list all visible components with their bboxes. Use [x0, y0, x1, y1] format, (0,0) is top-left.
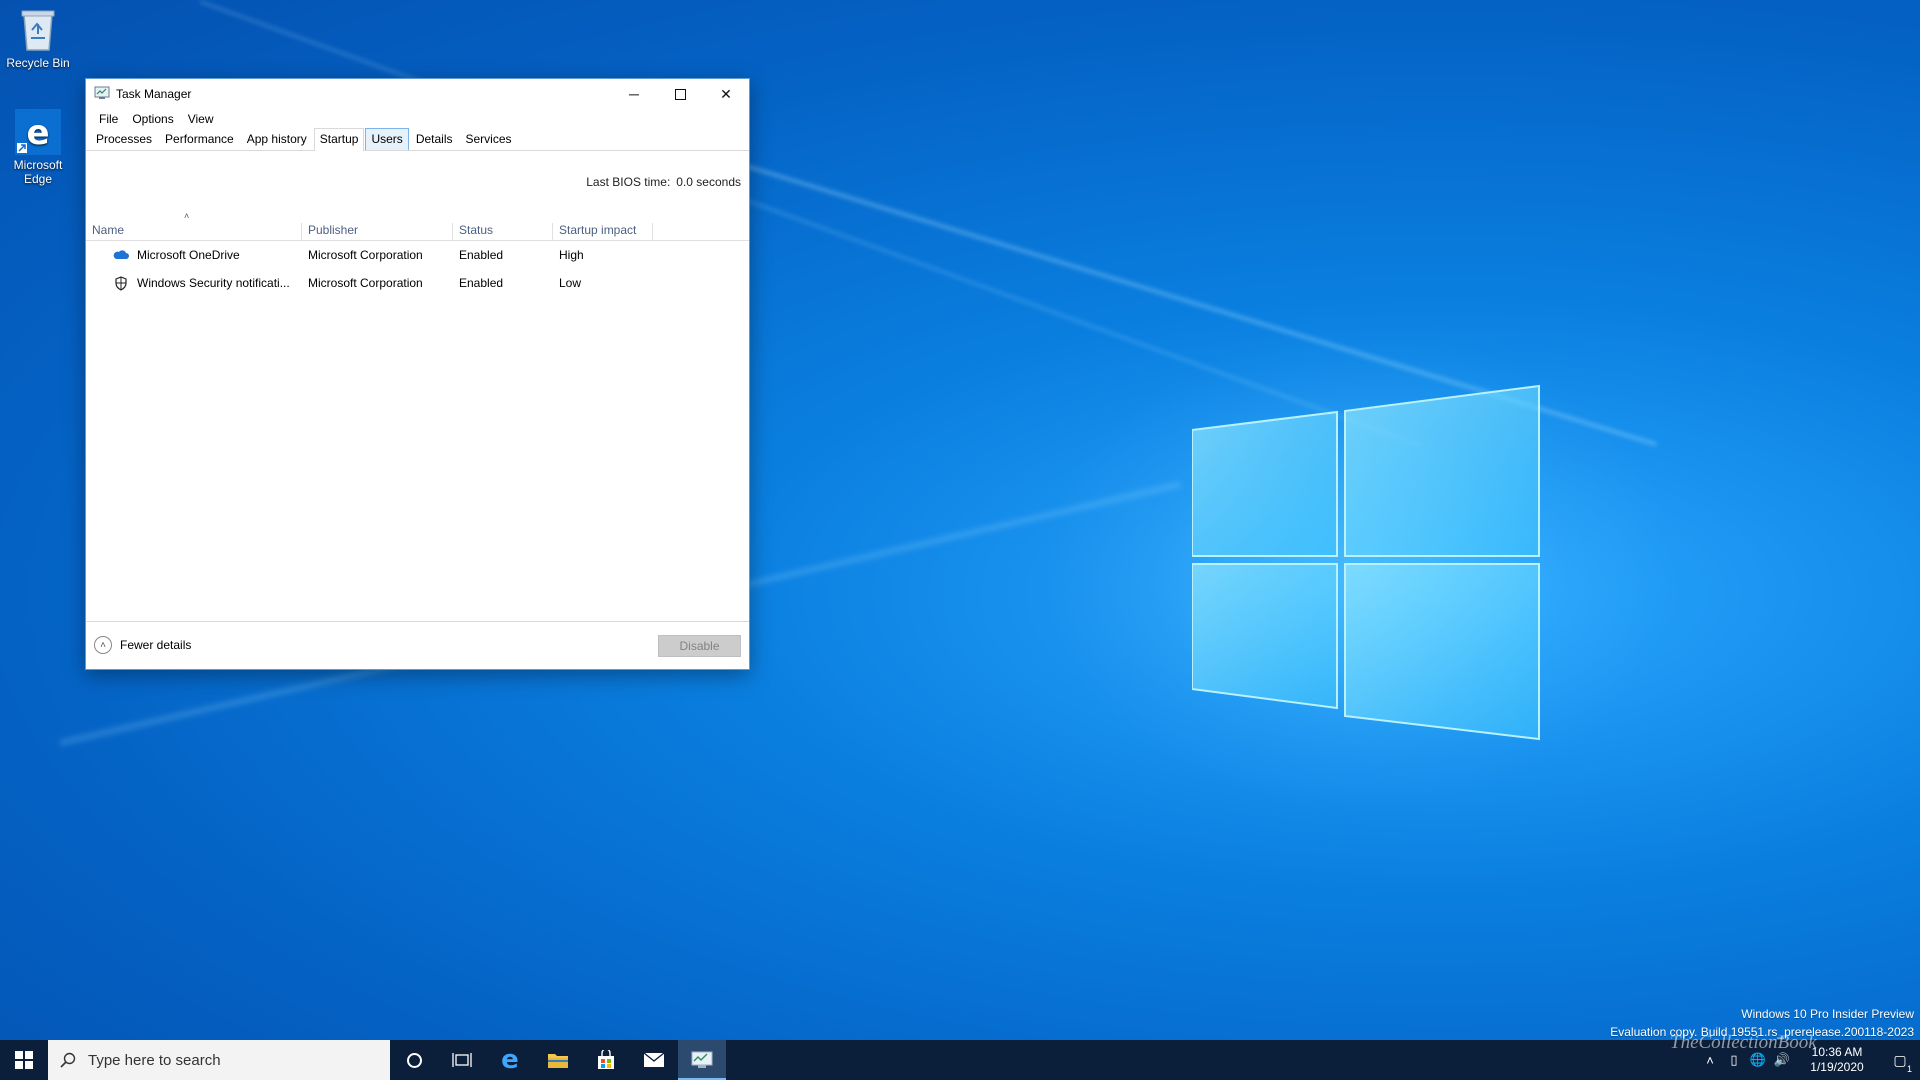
column-header-status[interactable]: Status: [453, 223, 553, 241]
battery-icon[interactable]: ▯: [1722, 1052, 1746, 1068]
column-header-startup-impact[interactable]: Startup impact: [553, 223, 653, 241]
task-manager-icon: [94, 86, 110, 103]
notification-icon: ▢: [1893, 1051, 1907, 1068]
row-name: Windows Security notificati...: [137, 276, 290, 290]
recycle-bin-icon: [14, 6, 62, 54]
row-publisher: Microsoft Corporation: [308, 276, 423, 290]
minimize-icon: ─: [629, 86, 639, 102]
chevron-up-icon[interactable]: ˄: [1698, 1053, 1722, 1068]
fewer-details-label: Fewer details: [120, 638, 192, 652]
column-header-publisher[interactable]: Publisher: [302, 223, 453, 241]
taskbar-edge-button[interactable]: e: [486, 1040, 534, 1080]
close-icon: ✕: [720, 85, 732, 102]
cortana-icon: [406, 1052, 422, 1068]
taskbar: Type here to search e ˄ ▯ 🌐 🔊 10:36 AM 1…: [0, 1040, 1920, 1080]
row-status: Enabled: [459, 248, 504, 262]
row-status: Enabled: [459, 276, 504, 290]
folder-icon: [548, 1054, 568, 1068]
tab-users[interactable]: Users: [365, 128, 409, 150]
network-icon[interactable]: 🌐: [1746, 1052, 1770, 1068]
task-view-button[interactable]: [438, 1040, 486, 1080]
table-header: ˄ Name Publisher Status Startup impact: [86, 209, 749, 241]
tab-strip: Processes Performance App history Startu…: [86, 128, 749, 151]
last-bios-time: Last BIOS time: 0.0 seconds: [586, 175, 741, 189]
minimize-button[interactable]: ─: [611, 79, 657, 109]
taskbar-store-button[interactable]: [582, 1040, 630, 1080]
menu-bar: File Options View: [86, 109, 749, 129]
tab-details[interactable]: Details: [410, 128, 459, 150]
row-publisher: Microsoft Corporation: [308, 248, 423, 262]
shield-icon: [114, 276, 128, 294]
edge-icon: e: [501, 1045, 519, 1075]
onedrive-icon: [113, 249, 129, 263]
store-icon: [598, 1050, 614, 1069]
svg-text:e: e: [26, 113, 49, 153]
bios-label: Last BIOS time:: [586, 175, 671, 189]
overlay-watermark: TheCollectionBook: [1670, 1032, 1817, 1053]
taskbar-task-manager-button[interactable]: [678, 1040, 726, 1080]
volume-icon[interactable]: 🔊: [1770, 1052, 1794, 1068]
windows-logo-wallpaper: [1192, 384, 1540, 741]
maximize-button[interactable]: [657, 79, 703, 109]
sort-ascending-icon: ˄: [184, 211, 190, 221]
close-button[interactable]: ✕: [703, 79, 749, 109]
action-center-button[interactable]: ▢ 1: [1880, 1040, 1920, 1080]
taskbar-search-box[interactable]: Type here to search: [48, 1040, 390, 1080]
windows-start-icon: [15, 1051, 33, 1069]
window-footer: ˄ Fewer details Disable: [86, 621, 749, 669]
row-name: Microsoft OneDrive: [137, 248, 240, 262]
mail-icon: [643, 1052, 665, 1067]
row-impact: Low: [559, 276, 582, 290]
tab-startup[interactable]: Startup: [313, 128, 365, 151]
taskbar-file-explorer-button[interactable]: [534, 1040, 582, 1080]
table-row[interactable]: Windows Security notificati... Microsoft…: [86, 271, 749, 297]
fewer-details-button[interactable]: ˄ Fewer details: [94, 636, 191, 654]
row-impact: High: [559, 248, 584, 262]
title-bar[interactable]: Task Manager ─ ✕: [86, 79, 749, 109]
maximize-icon: [674, 88, 686, 100]
menu-file[interactable]: File: [92, 112, 125, 126]
desktop-icon-recycle-bin[interactable]: Recycle Bin: [0, 6, 76, 70]
tab-performance[interactable]: Performance: [159, 128, 240, 150]
desktop-icon-label: Recycle Bin: [6, 56, 70, 70]
taskbar-mail-button[interactable]: [630, 1040, 678, 1080]
edge-icon: e: [14, 108, 62, 156]
notification-count: 1: [1906, 1064, 1912, 1074]
start-button[interactable]: [0, 1040, 48, 1080]
task-view-icon: [452, 1053, 472, 1067]
desktop-icon-label: Microsoft Edge: [13, 158, 63, 186]
column-header-name[interactable]: Name: [86, 223, 302, 241]
disable-button[interactable]: Disable: [658, 635, 741, 657]
tab-services[interactable]: Services: [460, 128, 518, 150]
tab-processes[interactable]: Processes: [90, 128, 158, 150]
menu-view[interactable]: View: [181, 112, 221, 126]
search-placeholder: Type here to search: [88, 1051, 221, 1069]
tab-app-history[interactable]: App history: [241, 128, 313, 150]
table-row[interactable]: Microsoft OneDrive Microsoft Corporation…: [86, 243, 749, 269]
window-title: Task Manager: [116, 87, 192, 101]
bios-value: 0.0 seconds: [676, 175, 741, 189]
task-manager-window: Task Manager ─ ✕ File Options View Proce…: [85, 78, 750, 670]
watermark-edition: Windows 10 Pro Insider Preview: [1741, 1007, 1914, 1021]
task-manager-icon: [691, 1051, 713, 1068]
chevron-up-icon: ˄: [94, 636, 112, 654]
cortana-button[interactable]: [390, 1040, 438, 1080]
search-icon: [60, 1052, 76, 1068]
desktop-icon-edge[interactable]: e Microsoft Edge: [0, 108, 76, 186]
menu-options[interactable]: Options: [125, 112, 180, 126]
clock-date: 1/19/2020: [1810, 1060, 1864, 1074]
